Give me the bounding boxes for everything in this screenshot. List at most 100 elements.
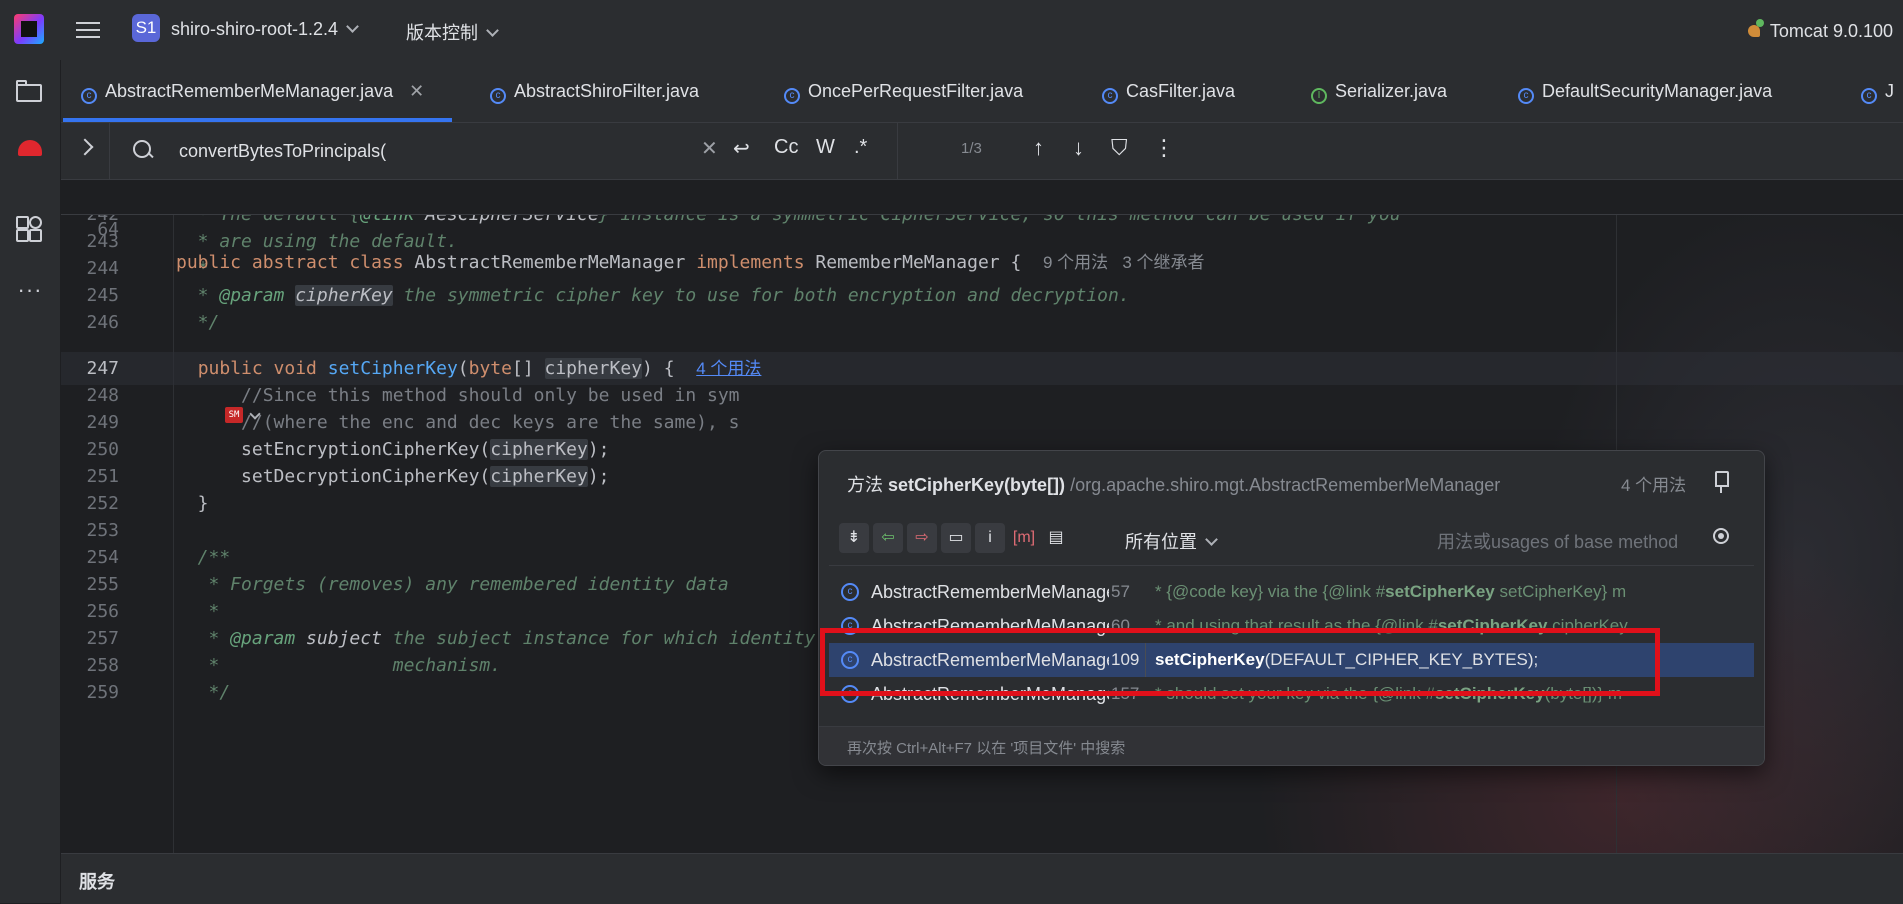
popup-footer: 再次按 Ctrl+Alt+F7 以在 '项目文件' 中搜索 <box>819 726 1764 765</box>
editor-tab-bar: c AbstractRememberMeManager.java ✕ c Abstra… <box>61 60 1903 123</box>
match-counter: 1/3 <box>961 140 982 157</box>
tab-serializer[interactable]: I Serializer.java <box>1311 60 1447 122</box>
popup-title-prefix: 方法 <box>847 475 883 495</box>
merge-usages-icon[interactable]: ⇟ <box>839 523 869 553</box>
usage-snippet: setCipherKey(DEFAULT_CIPHER_KEY_BYTES); <box>1155 650 1539 669</box>
filter-icon[interactable]: ⛉ <box>1111 135 1128 161</box>
previous-occurrence-icon[interactable]: ↑ <box>1033 135 1044 161</box>
tab-abstract-remember-me-manager[interactable]: c AbstractRememberMeManager.java ✕ <box>62 60 453 122</box>
multiline-icon[interactable]: ↩ <box>733 136 750 161</box>
tab-label: CasFilter.java <box>1126 81 1236 101</box>
preview-icon[interactable]: ▤ <box>1041 523 1071 553</box>
usage-file: AbstractRememberMeManager.java <box>871 684 1109 704</box>
tab-label: AbstractShiroFilter.java <box>514 81 700 101</box>
services-label: 服务 <box>79 872 115 892</box>
project-folder-icon[interactable] <box>16 78 44 106</box>
info-icon[interactable]: i <box>975 523 1005 553</box>
gear-icon[interactable] <box>1713 528 1729 544</box>
read-access-icon[interactable]: ⇦ <box>873 523 903 553</box>
popup-method-name: setCipherKey(byte[]) <box>888 475 1066 495</box>
vcs-menu[interactable]: 版本控制 <box>406 19 499 45</box>
group-by-directory-icon[interactable]: ▭ <box>941 523 971 553</box>
search-icon[interactable] <box>133 140 151 158</box>
class-icon: c <box>1518 88 1534 104</box>
scope-label: 所有位置 <box>1125 532 1197 552</box>
write-access-icon[interactable]: ⇨ <box>907 523 937 553</box>
method-icon[interactable]: [m] <box>1009 523 1039 553</box>
match-case-toggle[interactable]: Cc <box>774 136 798 159</box>
tab-cas-filter[interactable]: c CasFilter.java <box>1102 60 1235 122</box>
tab-label: J <box>1885 81 1894 101</box>
more-tools-icon[interactable]: ··· <box>16 279 44 308</box>
usage-snippet: * {@code key} via the {@link #setCipherK… <box>1155 582 1627 601</box>
tab-label: AbstractRememberMeManager.java <box>105 81 394 101</box>
huawei-plugin-icon[interactable] <box>16 136 44 164</box>
more-options-icon[interactable]: ⋮ <box>1153 135 1175 161</box>
project-name: shiro-shiro-root-1.2.4 <box>171 19 339 39</box>
tab-label: DefaultSecurityManager.java <box>1542 81 1773 101</box>
usage-row[interactable]: c AbstractRememberMeManager.java 157 * s… <box>829 677 1754 711</box>
class-icon: c <box>1102 88 1118 104</box>
tab-overflow[interactable]: cJ <box>1861 60 1894 122</box>
popup-footer-hint: 再次按 Ctrl+Alt+F7 以在 '项目文件' 中搜索 <box>847 740 1126 757</box>
pin-icon[interactable] <box>1715 471 1729 493</box>
services-panel-header[interactable]: 服务 <box>61 853 1903 904</box>
class-icon: c <box>81 88 97 104</box>
chevron-down-icon <box>346 20 359 33</box>
tab-label: Serializer.java <box>1335 81 1448 101</box>
class-icon: c <box>784 88 800 104</box>
next-occurrence-icon[interactable]: ↓ <box>1073 135 1084 161</box>
scope-selector[interactable]: 所有位置 <box>1125 528 1218 554</box>
usage-snippet: * and using that result as the {@link #s… <box>1155 616 1628 635</box>
vcs-label: 版本控制 <box>406 23 478 43</box>
regex-toggle[interactable]: .* <box>854 136 867 159</box>
title-bar: S1 shiro-shiro-root-1.2.4 版本控制 Tomcat 9.… <box>0 0 1903 60</box>
popup-method-path: /org.apache.shiro.mgt.AbstractRememberMe… <box>1070 475 1501 495</box>
structure-icon[interactable] <box>16 214 44 242</box>
usage-file: AbstractRememberMeManager.java <box>871 616 1109 636</box>
find-bar: ✕ ↩ Cc W .* 1/3 ↑ ↓ ⛉ ⋮ <box>61 123 1903 180</box>
line-number: 259 <box>86 682 119 703</box>
usage-filter-label[interactable]: 用法或usages of base method <box>1437 528 1678 554</box>
line-number: 64 <box>97 219 119 240</box>
main-menu-icon[interactable] <box>76 18 100 40</box>
project-selector[interactable]: shiro-shiro-root-1.2.4 <box>171 19 359 40</box>
close-icon[interactable]: ✕ <box>409 81 424 101</box>
interface-icon: I <box>1311 88 1327 104</box>
usages-link[interactable]: 4 个用法 <box>696 359 761 378</box>
class-icon: c <box>490 88 506 104</box>
tab-abstract-shiro-filter[interactable]: c AbstractShiroFilter.java <box>490 60 699 122</box>
clear-icon[interactable]: ✕ <box>701 136 718 161</box>
chevron-down-icon <box>486 24 499 37</box>
expand-replace-icon[interactable] <box>76 138 94 156</box>
usage-row[interactable]: c AbstractRememberMeManager.java 60 * an… <box>829 609 1754 643</box>
run-config-label: Tomcat 9.0.100 <box>1769 21 1893 41</box>
search-input[interactable] <box>179 138 739 164</box>
popup-toolbar: ⇟ ⇦ ⇨ ▭ i [m] ▤ 所有位置 用法或usages of base m… <box>819 515 1764 561</box>
class-icon: c <box>841 583 859 601</box>
usage-line: 57 <box>1111 582 1130 601</box>
show-usages-popup[interactable]: 方法 setCipherKey(byte[]) /org.apache.shir… <box>818 450 1765 766</box>
run-config-selector[interactable]: Tomcat 9.0.100 <box>1746 19 1893 42</box>
tab-label: OncePerRequestFilter.java <box>808 81 1024 101</box>
usage-line: 157 <box>1111 684 1140 703</box>
popup-title: 方法 setCipherKey(byte[]) /org.apache.shir… <box>847 471 1500 497</box>
class-icon: c <box>841 617 859 635</box>
project-badge[interactable]: S1 <box>132 14 160 42</box>
ide-logo-icon[interactable] <box>14 14 44 44</box>
class-icon: c <box>841 685 859 703</box>
sticky-header[interactable]: 64 public abstract class AbstractRemembe… <box>61 180 1903 273</box>
tomcat-icon <box>1746 19 1764 39</box>
chevron-down-icon <box>1205 533 1218 546</box>
class-icon: c <box>841 651 859 669</box>
usage-hints[interactable]: 9 个用法 3 个继承者 <box>1043 253 1205 272</box>
whole-word-toggle[interactable]: W <box>816 136 835 159</box>
usage-file: AbstractRememberMeManager.java <box>871 650 1109 670</box>
tab-once-per-request-filter[interactable]: c OncePerRequestFilter.java <box>784 60 1023 122</box>
tab-default-security-manager[interactable]: c DefaultSecurityManager.java <box>1518 60 1772 122</box>
usage-snippet: * should set your key via the {@link #se… <box>1155 684 1623 703</box>
class-icon: c <box>1861 88 1877 104</box>
usage-row[interactable]: c AbstractRememberMeManager.java 57 * {@… <box>829 575 1754 609</box>
tool-window-bar: ··· <box>0 60 61 903</box>
usage-row-selected[interactable]: c AbstractRememberMeManager.java 109 set… <box>829 643 1754 677</box>
